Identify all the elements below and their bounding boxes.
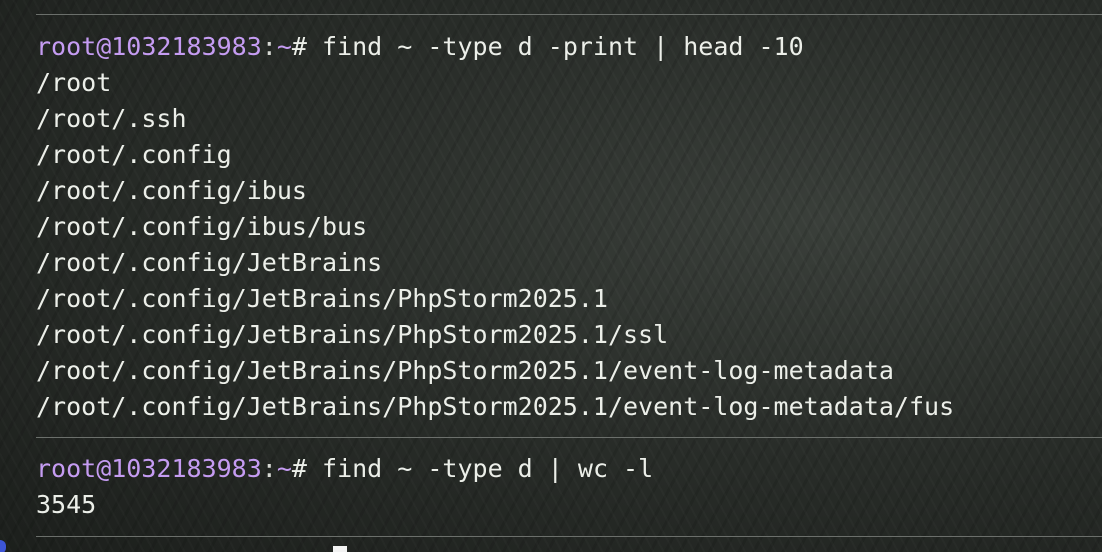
prompt-separator: : xyxy=(261,32,277,61)
command-text: find ~ -type d -print | head -10 xyxy=(306,32,804,61)
prompt-user-host: root@1032183983 xyxy=(36,454,262,483)
command-block-divider xyxy=(36,14,1102,15)
prompt-path: ~ xyxy=(276,454,292,483)
command-block-divider xyxy=(36,437,1102,438)
output-line: /root/.config/JetBrains/PhpStorm2025.1 xyxy=(36,284,608,313)
prompt-user-host: root@1032183983 xyxy=(36,32,262,61)
prompt-separator: : xyxy=(261,454,277,483)
command-block-2[interactable]: root@1032183983:~# find ~ -type d | wc -… xyxy=(36,451,1092,523)
window-edge-indicator xyxy=(0,540,6,552)
output-line: /root/.config/JetBrains xyxy=(36,248,383,277)
command-block-divider xyxy=(36,536,1102,537)
output-line: /root/.ssh xyxy=(36,104,187,133)
prompt-line: root@1032183983:~# find ~ -type d | wc -… xyxy=(36,451,1092,487)
command-block-1[interactable]: root@1032183983:~# find ~ -type d -print… xyxy=(36,29,1092,425)
output-line: /root/.config/ibus/bus xyxy=(36,212,368,241)
prompt-symbol: # xyxy=(291,454,307,483)
output-line: /root/.config/JetBrains/PhpStorm2025.1/e… xyxy=(36,356,894,385)
output-line: 3545 xyxy=(36,490,97,519)
prompt-line: root@1032183983:~# find ~ -type d -print… xyxy=(36,29,1092,65)
prompt-symbol: # xyxy=(291,32,307,61)
output-line: /root xyxy=(36,68,112,97)
command-text: find ~ -type d | wc -l xyxy=(306,454,654,483)
prompt-path: ~ xyxy=(276,32,292,61)
output-line: /root/.config/ibus xyxy=(36,176,307,205)
terminal-window[interactable]: root@1032183983:~# find ~ -type d -print… xyxy=(0,0,1102,552)
output-line: /root/.config/JetBrains/PhpStorm2025.1/e… xyxy=(36,392,955,421)
text-cursor[interactable] xyxy=(333,546,347,552)
output-line: /root/.config/JetBrains/PhpStorm2025.1/s… xyxy=(36,320,669,349)
output-line: /root/.config xyxy=(36,140,232,169)
